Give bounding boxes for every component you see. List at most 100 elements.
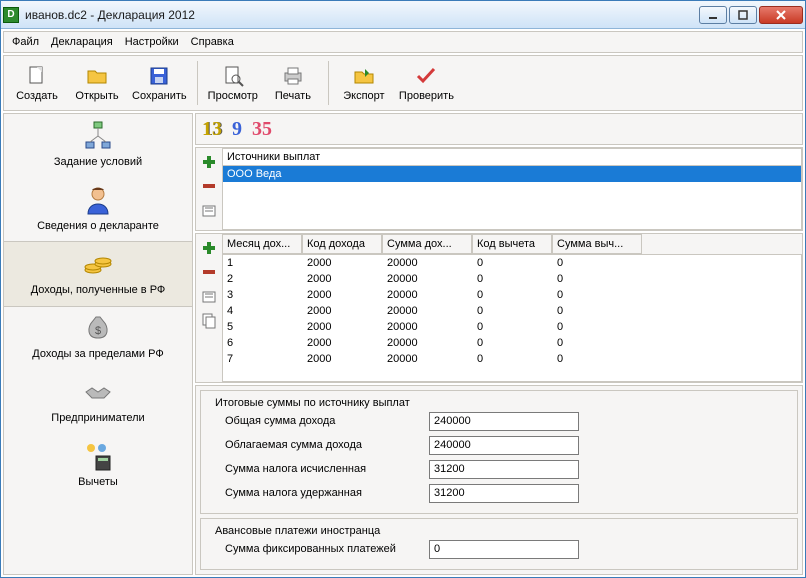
- svg-text:$: $: [95, 325, 101, 337]
- total-income-input[interactable]: 240000: [429, 412, 579, 431]
- income-row[interactable]: 420002000000: [223, 303, 801, 319]
- maximize-button[interactable]: [729, 6, 757, 24]
- new-file-icon: [25, 64, 49, 88]
- col-month[interactable]: Месяц дох...: [222, 234, 302, 254]
- sources-list[interactable]: ООО Веда: [222, 166, 802, 230]
- check-button[interactable]: Проверить: [395, 58, 458, 108]
- income-grid-header: Месяц дох... Код дохода Сумма дох... Код…: [222, 234, 802, 254]
- sources-panel: Источники выплат ООО Веда: [195, 147, 803, 231]
- col-sum[interactable]: Сумма дох...: [382, 234, 472, 254]
- total-income-label: Общая сумма дохода: [211, 415, 421, 427]
- menu-declaration[interactable]: Декларация: [51, 36, 113, 48]
- advance-legend: Авансовые платежи иностранца: [211, 525, 384, 537]
- totals-legend: Итоговые суммы по источнику выплат: [211, 397, 414, 409]
- edit-source-button[interactable]: [199, 200, 219, 220]
- taxable-input[interactable]: 240000: [429, 436, 579, 455]
- fixed-payments-label: Сумма фиксированных платежей: [211, 543, 421, 555]
- minimize-button[interactable]: [699, 6, 727, 24]
- edit-icon: [201, 288, 217, 304]
- sidebar-item-deductions[interactable]: Вычеты: [4, 434, 192, 498]
- sidebar-item-income-rf[interactable]: Доходы, полученные в РФ: [3, 241, 193, 307]
- totals-container: Итоговые суммы по источнику выплат Общая…: [195, 385, 803, 575]
- tax-held-input[interactable]: 31200: [429, 484, 579, 503]
- app-body: Задание условий Сведения о декларанте До…: [3, 113, 803, 575]
- menu-help[interactable]: Справка: [191, 36, 234, 48]
- export-folder-icon: [352, 64, 376, 88]
- income-row[interactable]: 220002000000: [223, 271, 801, 287]
- edit-income-button[interactable]: [199, 286, 219, 306]
- tab-rate-9[interactable]: 9: [232, 118, 242, 141]
- income-toolbar: [196, 234, 222, 382]
- tax-calc-label: Сумма налога исчисленная: [211, 463, 421, 475]
- save-button[interactable]: Сохранить: [128, 58, 191, 108]
- flowchart-icon: [82, 120, 114, 152]
- advance-fieldset: Авансовые платежи иностранца Сумма фикси…: [200, 518, 798, 570]
- tax-calc-input[interactable]: 31200: [429, 460, 579, 479]
- income-row[interactable]: 320002000000: [223, 287, 801, 303]
- handshake-icon: [82, 376, 114, 408]
- menubar: Файл Декларация Настройки Справка: [3, 31, 803, 53]
- toolbar-separator: [197, 61, 198, 105]
- toolbar-separator: [328, 61, 329, 105]
- fixed-payments-input[interactable]: 0: [429, 540, 579, 559]
- income-row[interactable]: 720002000000: [223, 351, 801, 367]
- sources-toolbar: [196, 148, 222, 230]
- sources-body: Источники выплат ООО Веда: [222, 148, 802, 230]
- tax-rate-tabs: 13 9 35: [195, 113, 803, 145]
- coins-icon: [82, 248, 114, 280]
- col-deduction-code[interactable]: Код вычета: [472, 234, 552, 254]
- income-grid: Месяц дох... Код дохода Сумма дох... Код…: [222, 234, 802, 382]
- floppy-icon: [147, 64, 171, 88]
- add-source-button[interactable]: [199, 152, 219, 172]
- menu-settings[interactable]: Настройки: [125, 36, 179, 48]
- income-row[interactable]: 120002000000: [223, 255, 801, 271]
- print-button[interactable]: Печать: [264, 58, 322, 108]
- sidebar: Задание условий Сведения о декларанте До…: [3, 113, 193, 575]
- close-button[interactable]: [759, 6, 803, 24]
- tax-held-label: Сумма налога удержанная: [211, 487, 421, 499]
- printer-icon: [281, 64, 305, 88]
- income-row[interactable]: 620002000000: [223, 335, 801, 351]
- create-button[interactable]: Создать: [8, 58, 66, 108]
- open-button[interactable]: Открыть: [68, 58, 126, 108]
- tab-rate-35[interactable]: 35: [252, 118, 272, 141]
- source-row[interactable]: ООО Веда: [223, 166, 801, 182]
- titlebar: D иванов.dc2 - Декларация 2012: [1, 1, 805, 29]
- plus-icon: [201, 240, 217, 256]
- income-grid-body[interactable]: 1200020000002200020000003200020000004200…: [222, 254, 802, 382]
- money-bag-icon: $: [82, 312, 114, 344]
- app-icon: D: [3, 7, 19, 23]
- preview-button[interactable]: Просмотр: [204, 58, 262, 108]
- totals-fieldset: Итоговые суммы по источнику выплат Общая…: [200, 390, 798, 514]
- income-row[interactable]: 520002000000: [223, 319, 801, 335]
- taxable-label: Облагаемая сумма дохода: [211, 439, 421, 451]
- sidebar-item-income-foreign[interactable]: $ Доходы за пределами РФ: [4, 306, 192, 370]
- copy-income-button[interactable]: [199, 310, 219, 330]
- magnifier-page-icon: [221, 64, 245, 88]
- sidebar-item-conditions[interactable]: Задание условий: [4, 114, 192, 178]
- edit-icon: [201, 202, 217, 218]
- calculator-people-icon: [82, 440, 114, 472]
- add-income-button[interactable]: [199, 238, 219, 258]
- sidebar-item-declarant[interactable]: Сведения о декларанте: [4, 178, 192, 242]
- window-title: иванов.dc2 - Декларация 2012: [25, 8, 699, 22]
- toolbar: Создать Открыть Сохранить Просмотр Печат…: [3, 55, 803, 111]
- tab-rate-13[interactable]: 13: [202, 118, 222, 141]
- person-icon: [82, 184, 114, 216]
- remove-income-button[interactable]: [199, 262, 219, 282]
- window-controls: [699, 6, 803, 24]
- plus-icon: [201, 154, 217, 170]
- app-window: D иванов.dc2 - Декларация 2012 Файл Декл…: [0, 0, 806, 578]
- folder-open-icon: [85, 64, 109, 88]
- minus-icon: [201, 264, 217, 280]
- sidebar-item-entrepreneurs[interactable]: Предприниматели: [4, 370, 192, 434]
- menu-file[interactable]: Файл: [12, 36, 39, 48]
- checkmark-icon: [414, 64, 438, 88]
- col-code[interactable]: Код дохода: [302, 234, 382, 254]
- col-deduction-sum[interactable]: Сумма выч...: [552, 234, 642, 254]
- sources-header: Источники выплат: [222, 148, 802, 166]
- copy-icon: [201, 312, 217, 328]
- main-panel: 13 9 35 Источники вы: [195, 113, 803, 575]
- export-button[interactable]: Экспорт: [335, 58, 393, 108]
- remove-source-button[interactable]: [199, 176, 219, 196]
